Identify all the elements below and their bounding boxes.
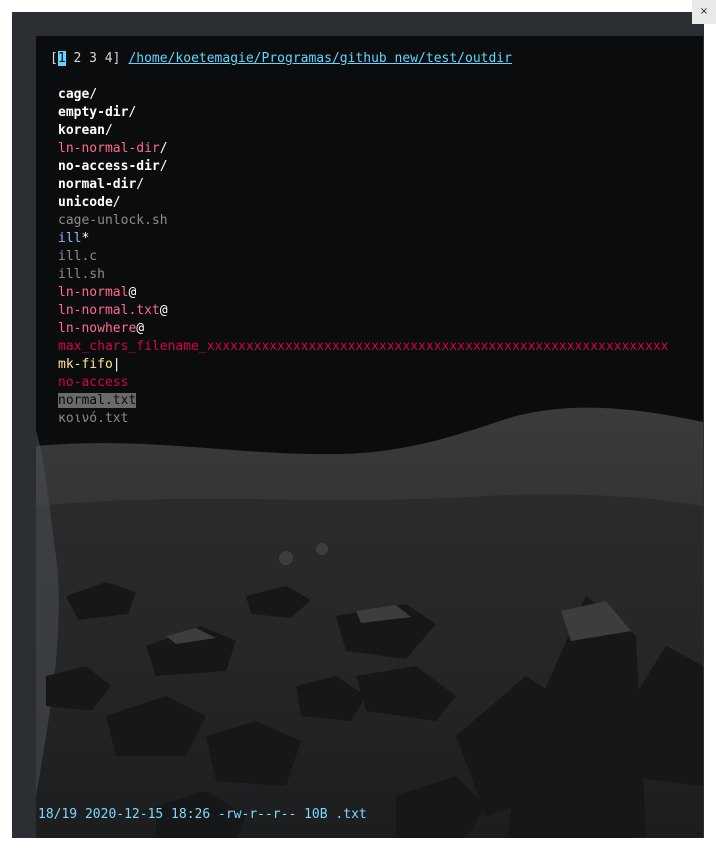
file-entry[interactable]: empty-dir/: [58, 104, 136, 122]
file-entry[interactable]: unicode/: [58, 194, 121, 212]
file-name: κοινό.txt: [58, 411, 129, 426]
file-entry[interactable]: ln-nowhere@: [58, 320, 144, 338]
file-name: no-access-dir: [58, 159, 160, 174]
file-entry[interactable]: ill.c: [58, 248, 97, 266]
file-name: unicode: [58, 195, 113, 210]
file-type-indicator: @: [128, 285, 137, 300]
file-type-indicator: @: [136, 321, 145, 336]
file-entry[interactable]: no-access: [58, 374, 128, 392]
file-entry[interactable]: κοινό.txt: [58, 410, 128, 428]
file-entry[interactable]: ln-normal@: [58, 284, 136, 302]
file-entry[interactable]: korean/: [58, 122, 113, 140]
file-name: normal.txt: [58, 393, 137, 408]
file-name: no-access: [58, 375, 129, 390]
file-name: ln-normal.txt: [58, 303, 160, 318]
file-name: ln-normal-dir: [58, 141, 160, 156]
file-entry[interactable]: normal.txt: [58, 392, 137, 410]
file-name: ln-normal: [58, 285, 129, 300]
file-entry[interactable]: max_chars_filename_xxxxxxxxxxxxxxxxxxxxx…: [58, 338, 668, 356]
terminal-window: [1 2 3 4] /home/koetemagie/Programas/gith…: [12, 12, 704, 838]
file-type-indicator: /: [159, 159, 168, 174]
file-entry[interactable]: mk-fifo|: [58, 356, 121, 374]
file-name: cage: [58, 87, 90, 102]
file-name: normal-dir: [58, 177, 137, 192]
terminal-viewport[interactable]: [1 2 3 4] /home/koetemagie/Programas/gith…: [36, 36, 703, 838]
file-type-indicator: /: [159, 141, 168, 156]
tab-others[interactable]: 2 3 4: [66, 51, 112, 66]
file-entry[interactable]: ill.sh: [58, 266, 105, 284]
file-type-indicator: /: [136, 177, 145, 192]
file-type-indicator: /: [128, 105, 137, 120]
file-name: mk-fifo: [58, 357, 113, 372]
file-entry[interactable]: cage-unlock.sh: [58, 212, 168, 230]
status-line: 18/19 2020-12-15 18:26 -rw-r--r-- 10B .t…: [38, 807, 367, 822]
file-entry[interactable]: ln-normal-dir/: [58, 140, 168, 158]
file-type-indicator: /: [112, 195, 121, 210]
file-name: ill.sh: [58, 267, 105, 282]
file-name: korean: [58, 123, 105, 138]
file-name: max_chars_filename_xxxxxxxxxxxxxxxxxxxxx…: [58, 339, 669, 354]
file-entry[interactable]: no-access-dir/: [58, 158, 168, 176]
file-type-indicator: @: [159, 303, 168, 318]
file-type-indicator: *: [81, 231, 90, 246]
current-directory-path[interactable]: /home/koetemagie/Programas/github new/te…: [128, 51, 512, 66]
file-entry[interactable]: cage/: [58, 86, 97, 104]
file-type-indicator: /: [89, 87, 98, 102]
file-entry[interactable]: normal-dir/: [58, 176, 144, 194]
tab-bracket-open: [: [50, 51, 58, 66]
file-name: cage-unlock.sh: [58, 213, 168, 228]
file-entry[interactable]: ln-normal.txt@: [58, 302, 168, 320]
tab-bracket-close: ]: [112, 51, 121, 66]
file-name: ill.c: [58, 249, 98, 264]
file-entry[interactable]: ill*: [58, 230, 89, 248]
file-type-indicator: /: [104, 123, 113, 138]
file-type-indicator: |: [112, 357, 121, 372]
file-name: ill: [58, 231, 82, 246]
file-name: ln-nowhere: [58, 321, 137, 336]
tab-bar: [1 2 3 4] /home/koetemagie/Programas/gith…: [50, 50, 512, 68]
file-manager: [1 2 3 4] /home/koetemagie/Programas/gith…: [36, 36, 703, 838]
file-name: empty-dir: [58, 105, 129, 120]
tab-active[interactable]: 1: [57, 51, 66, 66]
close-button[interactable]: ×: [692, 0, 716, 24]
